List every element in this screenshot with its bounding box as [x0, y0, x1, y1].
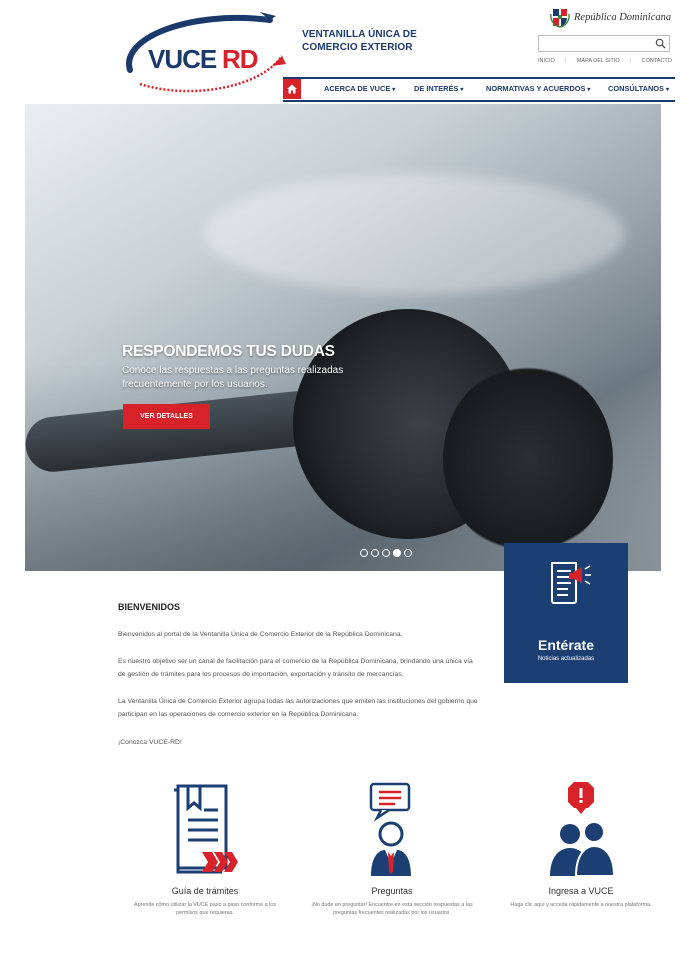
home-icon [287, 84, 297, 94]
enterate-subtitle: Noticias actualizadas [537, 656, 595, 662]
coat-of-arms-icon [550, 9, 570, 28]
nav-label: ACERCA DE VUCE [324, 84, 391, 93]
link-separator: | [629, 58, 632, 64]
news-megaphone-icon [551, 562, 591, 604]
carousel-dot-4[interactable] [393, 549, 401, 557]
vucerd-logo[interactable]: VUCE RD [110, 8, 292, 100]
main-nav: ACERCA DE VUCE ▾ DE INTERÉS ▾ NORMATIVAS Y… [306, 84, 672, 96]
feature-ingresa-a-vuce[interactable]: Ingresa a VUCE Haga clic aquí y acceda r… [486, 780, 676, 909]
top-links: INICIO | MAPA DEL SITIO | CONTACTO [538, 58, 672, 64]
brand-line-1: VENTANILLA ÚNICA DE [302, 29, 417, 40]
link-mapa-del-sitio[interactable]: MAPA DEL SITIO [577, 58, 620, 64]
nav-item-consultanos[interactable]: CONSÚLTANOS ▾ [608, 84, 669, 93]
chevron-down-icon: ▾ [392, 87, 396, 93]
nav-label: DE INTERÉS [414, 84, 459, 93]
welcome-title: BIENVENIDOS [118, 602, 181, 612]
welcome-paragraph-3: La Ventanilla Única de Comercio Exterior… [118, 698, 478, 718]
carousel-dot-5[interactable] [404, 549, 412, 557]
link-contacto[interactable]: CONTACTO [642, 58, 672, 64]
feature-preguntas[interactable]: Preguntas ¡No dude en preguntar! Encuent… [297, 780, 487, 917]
vucerd-logo-graphic: VUCE RD [126, 12, 286, 93]
hero-carousel[interactable]: RESPONDEMOS TUS DUDAS Conoce las respues… [25, 104, 661, 571]
nav-home-button[interactable] [283, 79, 301, 99]
welcome-paragraph-4: ¡Conozca VUCE-RD! [118, 739, 182, 746]
nav-label: CONSÚLTANOS [608, 84, 664, 93]
nav-item-normativas-y-acuerdos[interactable]: NORMATIVAS Y ACUERDOS ▾ [486, 84, 590, 93]
search-input[interactable] [539, 38, 653, 54]
carousel-dot-2[interactable] [371, 549, 379, 557]
chevron-down-icon: ▾ [460, 87, 464, 93]
enterate-news-panel[interactable]: Entérate Noticias actualizadas [504, 543, 628, 683]
feature-guia-de-tramites[interactable]: Guía de trámites Aprende cómo utilizar l… [110, 780, 300, 917]
search-icon[interactable] [655, 38, 666, 49]
feature-title: Guía de trámites [171, 886, 239, 896]
link-separator: | [565, 58, 567, 64]
hero-background-highlight [205, 174, 625, 294]
questions-user-icon [369, 782, 411, 876]
chevron-down-icon: ▾ [665, 87, 669, 93]
carousel-dot-3[interactable] [382, 549, 390, 557]
feature-title: Ingresa a VUCE [548, 886, 614, 896]
feature-description: Haga clic aquí y acceda rápidamente a nu… [510, 902, 652, 908]
feature-description: Aprende cómo utilizar la VUCE paso a pas… [133, 902, 277, 916]
link-inicio[interactable]: INICIO [538, 58, 555, 64]
nav-label: NORMATIVAS Y ACUERDOS [486, 84, 586, 93]
nav-top-border [283, 77, 675, 79]
login-users-icon [550, 782, 616, 877]
search-box[interactable] [538, 35, 670, 54]
nav-item-de-interes[interactable]: DE INTERÉS ▾ [414, 84, 463, 93]
welcome-paragraph-2: Es nuestro objetivo ser un canal de faci… [118, 658, 473, 678]
chevron-down-icon: ▾ [587, 87, 591, 93]
enterate-title: Entérate [537, 637, 595, 653]
carousel-dot-1[interactable] [360, 549, 368, 557]
logo-rd-text: RD [222, 44, 258, 74]
hero-title: RESPONDEMOS TUS DUDAS [122, 343, 335, 360]
brand-line-2: COMERCIO EXTERIOR [302, 42, 413, 53]
hero-subtitle: Conoce las respuestas a las preguntas re… [122, 365, 344, 390]
republic-badge: República Dominicana [550, 4, 672, 30]
welcome-paragraph-1: Bienvenidos al portal de la Ventanilla Ú… [118, 631, 403, 638]
republic-name: República Dominicana [574, 11, 672, 23]
feature-title: Preguntas [371, 886, 413, 896]
guide-book-icon [174, 784, 238, 874]
nav-bottom-border [283, 100, 675, 102]
nav-item-acerca-de-vuce[interactable]: ACERCA DE VUCE ▾ [324, 84, 395, 93]
headset-earcup-back-image [443, 364, 613, 554]
logo-vuce-text: VUCE [148, 44, 217, 74]
feature-description: ¡No dude en preguntar! Encuentre en esta… [311, 902, 473, 916]
ver-detalles-button[interactable]: VER DETALLES [123, 404, 210, 429]
carousel-indicators [360, 549, 412, 557]
brand-name: VENTANILLA ÚNICA DE COMERCIO EXTERIOR [302, 28, 417, 54]
